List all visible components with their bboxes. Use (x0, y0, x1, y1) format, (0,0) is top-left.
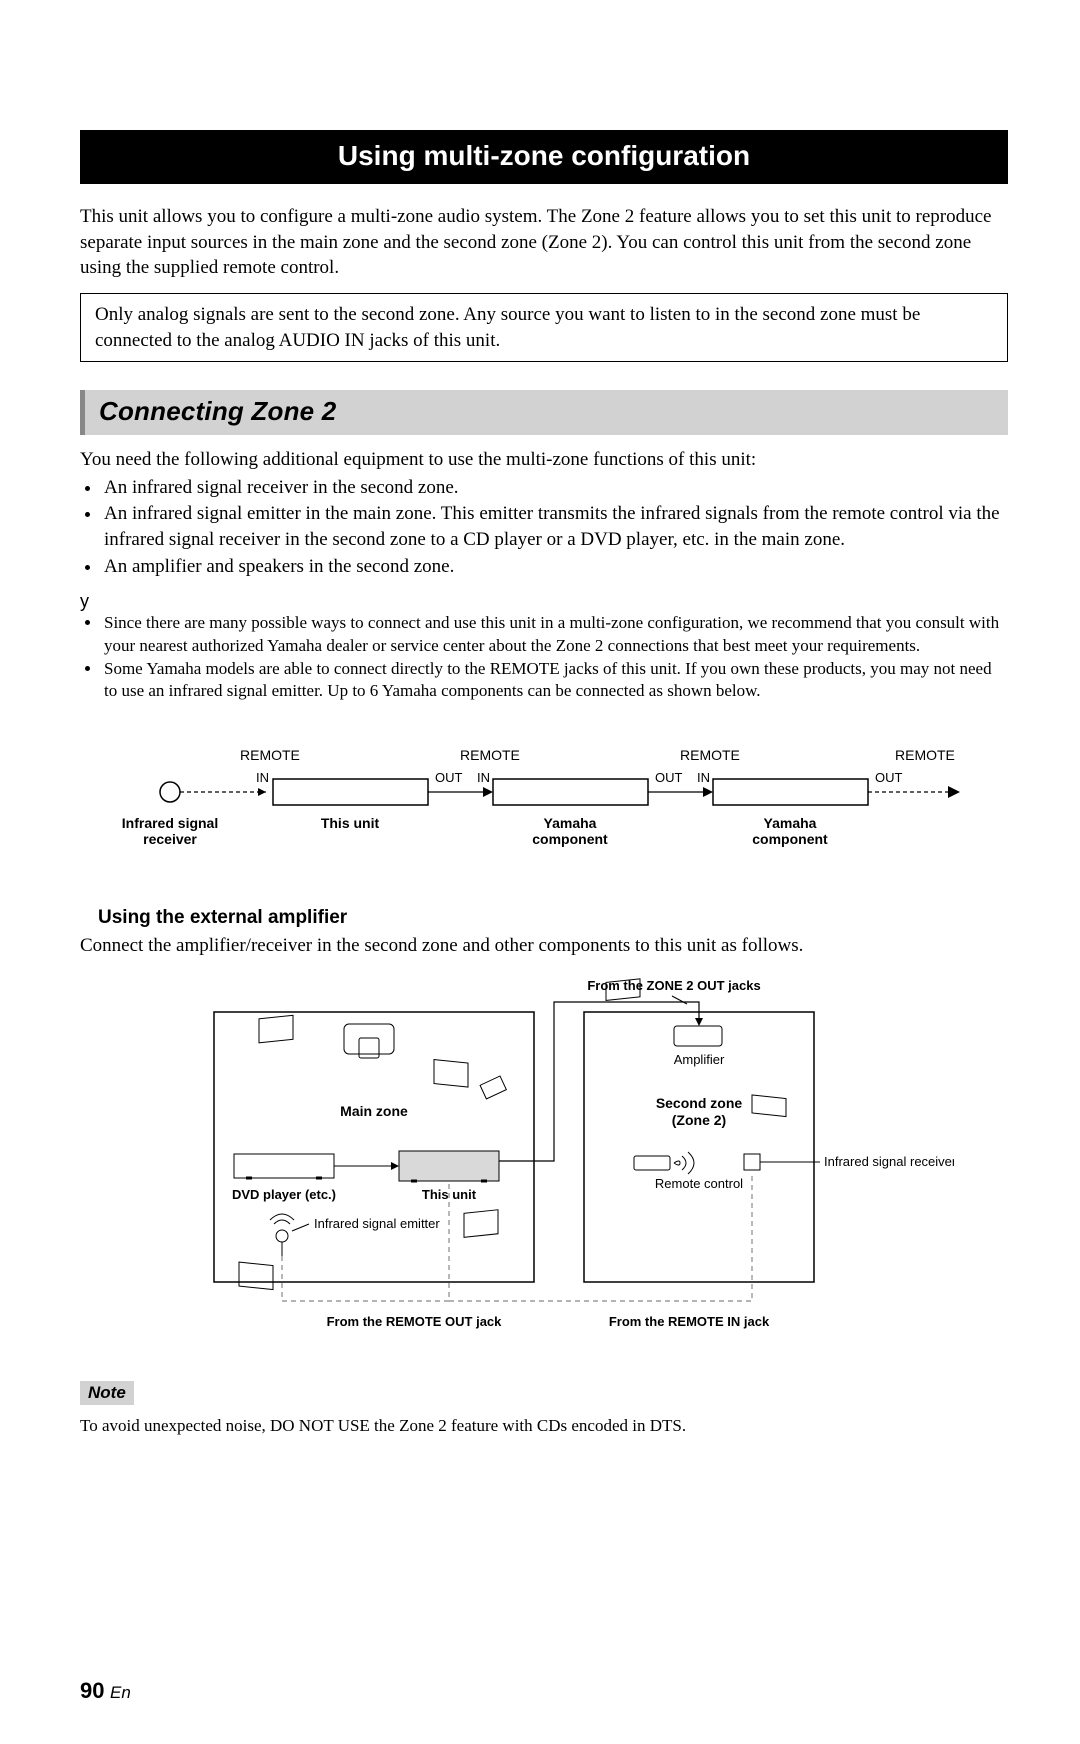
hint-list: Since there are many possible ways to co… (80, 612, 1008, 701)
page-number-lang: En (110, 1683, 131, 1702)
in-label: IN (256, 770, 269, 785)
hint-marker: y (80, 591, 1008, 612)
ir-emitter-icon (276, 1230, 288, 1242)
page-title-bar: Using multi-zone configuration (80, 130, 1008, 184)
arrowhead-icon (695, 1018, 703, 1026)
wave-icon (688, 1152, 694, 1174)
component-label: component (532, 831, 608, 847)
section-heading-connecting-zone2: Connecting Zone 2 (80, 390, 1008, 435)
ir-receiver-icon (160, 782, 180, 802)
zone-connection-diagram: From the ZONE 2 OUT jacks Main zone DVD … (80, 976, 1008, 1351)
page-title: Using multi-zone configuration (338, 140, 750, 171)
intro-paragraph: This unit allows you to configure a mult… (80, 204, 1008, 281)
ir-emitter-label: Infrared signal emitter (314, 1216, 440, 1231)
main-zone-label: Main zone (340, 1103, 408, 1119)
speaker-icon (464, 1210, 498, 1238)
dashed-line (282, 1256, 449, 1301)
wave-icon (270, 1214, 294, 1220)
second-zone-label: Second zone (656, 1095, 743, 1111)
remote-label: REMOTE (895, 747, 955, 763)
from-remote-out-label: From the REMOTE OUT jack (327, 1314, 503, 1329)
out-label: OUT (655, 770, 683, 785)
ir-receiver-label: receiver (143, 831, 197, 847)
amplifier-box (674, 1026, 722, 1046)
component-label: component (752, 831, 828, 847)
wave-icon (682, 1156, 686, 1170)
note-body: To avoid unexpected noise, DO NOT USE th… (80, 1415, 1008, 1438)
speaker-icon (752, 1095, 786, 1117)
section1-lead: You need the following additional equipm… (80, 447, 1008, 473)
remote-control-icon (634, 1156, 670, 1170)
remote-chain-svg: REMOTE REMOTE REMOTE REMOTE IN OUT IN OU… (80, 742, 1000, 872)
second-zone-label: (Zone 2) (672, 1112, 726, 1128)
remote-chain-diagram: REMOTE REMOTE REMOTE REMOTE IN OUT IN OU… (80, 742, 1008, 877)
speaker-icon (434, 1060, 468, 1088)
this-unit-box (399, 1151, 499, 1181)
zone2-out-line (499, 1002, 699, 1161)
amplifier-label: Amplifier (674, 1052, 725, 1067)
out-label: OUT (875, 770, 903, 785)
list-item: Since there are many possible ways to co… (102, 612, 1008, 656)
wave-icon (274, 1220, 290, 1224)
sub-heading-external-amp: Using the external amplifier (98, 907, 1008, 929)
list-item: An infrared signal emitter in the main z… (102, 501, 1008, 552)
this-unit-box (273, 779, 428, 805)
arrowhead-icon (483, 787, 493, 797)
remote-label: REMOTE (240, 747, 300, 763)
ir-receiver-label: Infrared signal receiver (824, 1154, 954, 1169)
component-box (713, 779, 868, 805)
from-remote-in-label: From the REMOTE IN jack (609, 1314, 770, 1329)
speaker-icon (259, 1016, 293, 1044)
page-number: 90 En (80, 1678, 1008, 1704)
in-label: IN (697, 770, 710, 785)
arrowhead-icon (258, 788, 266, 796)
ir-receiver-label: Infrared signal (122, 815, 218, 831)
speaker-icon (480, 1076, 506, 1099)
center-speaker-icon (344, 1024, 394, 1054)
speaker-icon (239, 1262, 273, 1290)
zone-diagram-svg: From the ZONE 2 OUT jacks Main zone DVD … (134, 976, 954, 1346)
from-zone2-label: From the ZONE 2 OUT jacks (587, 978, 760, 993)
list-item: An infrared signal receiver in the secon… (102, 475, 1008, 501)
sub-body: Connect the amplifier/receiver in the se… (80, 933, 1008, 959)
ir-receiver-box (744, 1154, 760, 1170)
out-label: OUT (435, 770, 463, 785)
list-item: An amplifier and speakers in the second … (102, 554, 1008, 580)
info-box: Only analog signals are sent to the seco… (80, 293, 1008, 362)
main-zone-box (214, 1012, 534, 1282)
component-box (493, 779, 648, 805)
center-speaker-foot (359, 1038, 379, 1058)
equipment-list: An infrared signal receiver in the secon… (80, 475, 1008, 580)
dvd-label: DVD player (etc.) (232, 1187, 336, 1202)
remote-control-label: Remote control (655, 1176, 743, 1191)
note-label: Note (80, 1381, 134, 1405)
this-unit-label: This unit (321, 815, 380, 831)
dvd-box (234, 1154, 334, 1178)
arrowhead-icon (948, 786, 960, 798)
remote-label: REMOTE (680, 747, 740, 763)
component-label: Yamaha (544, 815, 597, 831)
page-number-value: 90 (80, 1678, 104, 1703)
remote-label: REMOTE (460, 747, 520, 763)
list-item: Some Yamaha models are able to connect d… (102, 658, 1008, 702)
in-label: IN (477, 770, 490, 785)
arrowhead-icon (703, 787, 713, 797)
page: Using multi-zone configuration This unit… (0, 0, 1080, 1744)
component-label: Yamaha (764, 815, 817, 831)
arrowhead-icon (391, 1162, 399, 1170)
